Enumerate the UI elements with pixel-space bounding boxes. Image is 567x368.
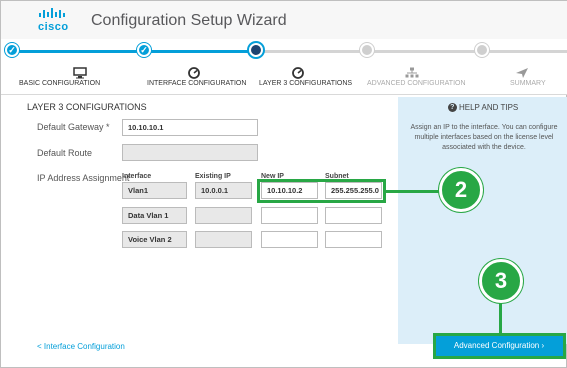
back-link[interactable]: < Interface Configuration — [37, 342, 125, 351]
default-route-input — [122, 144, 258, 161]
ip-assignment-label: IP Address Assignment — [37, 173, 130, 183]
highlight-box-ip-fields — [257, 179, 386, 203]
col-header-interface: Interface — [122, 173, 152, 180]
col-header-existing-ip: Existing IP — [195, 173, 231, 180]
row-voice-vlan2-existing-ip — [195, 231, 252, 248]
highlight-box-next-button — [433, 333, 566, 359]
app-header: cisco Configuration Setup Wizard — [1, 1, 567, 39]
help-title-text: HELP AND TIPS — [458, 103, 519, 112]
row-voice-vlan2-interface: Voice Vlan 2 — [122, 231, 187, 248]
help-panel: ? HELP AND TIPS Assign an IP to the inte… — [398, 97, 567, 344]
row-voice-vlan2-new-ip-input[interactable] — [261, 231, 318, 248]
section-title: LAYER 3 CONFIGURATIONS — [27, 102, 147, 112]
callout-connector-3 — [499, 303, 502, 334]
wizard-window: cisco Configuration Setup Wizard ✓ ✓ BAS… — [0, 0, 567, 368]
step-label-interface: INTERFACE CONFIGURATION — [147, 80, 247, 87]
send-icon — [516, 68, 528, 78]
step-node-advanced — [360, 43, 374, 57]
page-title: Configuration Setup Wizard — [91, 12, 287, 29]
progress-track-complete — [13, 50, 253, 53]
step-label-summary: SUMMARY — [510, 80, 546, 87]
cisco-logo-text: cisco — [38, 21, 69, 33]
step-node-interface[interactable]: ✓ — [137, 43, 151, 57]
progress-track-remaining — [253, 50, 567, 53]
default-gateway-label: Default Gateway * — [37, 122, 110, 132]
gauge-icon — [292, 67, 304, 79]
wizard-stepper: ✓ ✓ BASIC CONFIGURATION INTERFACE CONFIG… — [1, 39, 567, 95]
step-node-basic[interactable]: ✓ — [5, 43, 19, 57]
step-label-basic: BASIC CONFIGURATION — [19, 80, 101, 87]
row-data-vlan1-new-ip-input[interactable] — [261, 207, 318, 224]
row-data-vlan1-existing-ip — [195, 207, 252, 224]
row-data-vlan1-interface: Data Vlan 1 — [122, 207, 187, 224]
gauge-icon — [188, 67, 200, 79]
row-voice-vlan2-subnet-input[interactable] — [325, 231, 382, 248]
default-route-label: Default Route — [37, 148, 93, 158]
row-data-vlan1-subnet-input[interactable] — [325, 207, 382, 224]
callout-badge-3: 3 — [479, 259, 523, 303]
help-title: ? HELP AND TIPS — [398, 103, 567, 113]
network-icon — [405, 67, 419, 78]
monitor-icon — [73, 67, 87, 79]
callout-connector-2 — [386, 190, 442, 193]
callout-badge-2: 2 — [439, 168, 483, 212]
step-node-summary — [475, 43, 489, 57]
row-vlan1-interface: Vlan1 — [122, 182, 187, 199]
step-label-layer3: LAYER 3 CONFIGURATIONS — [259, 80, 353, 87]
help-body: Assign an IP to the interface. You can c… — [410, 124, 558, 151]
cisco-logo-icon — [39, 8, 65, 18]
step-label-advanced: ADVANCED CONFIGURATION — [367, 80, 466, 87]
step-node-layer3[interactable] — [249, 43, 263, 57]
row-vlan1-existing-ip: 10.0.0.1 — [195, 182, 252, 199]
default-gateway-input[interactable]: 10.10.10.1 — [122, 119, 258, 136]
question-circle-icon: ? — [447, 103, 457, 113]
